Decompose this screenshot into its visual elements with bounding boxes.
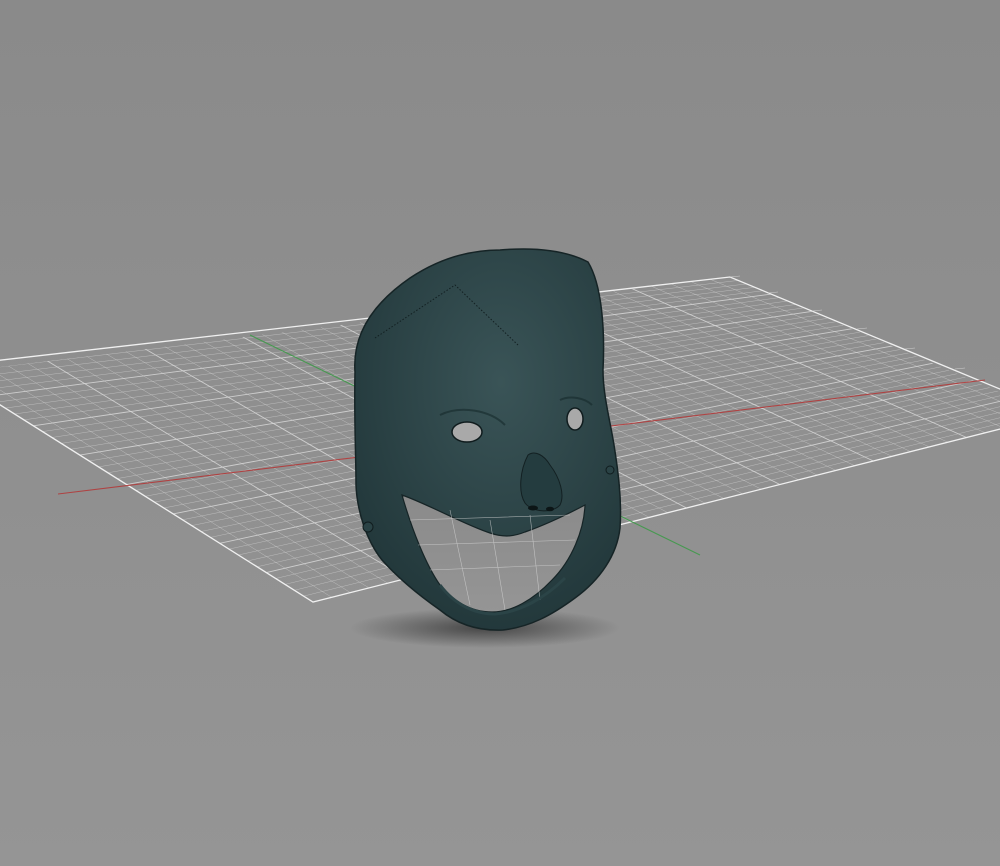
- mask-nostril-left: [528, 505, 538, 511]
- mask-side-hole-left: [362, 521, 374, 533]
- 3d-viewport[interactable]: [0, 0, 1000, 866]
- scene-canvas: [0, 0, 1000, 866]
- mask-nostril-right: [546, 506, 554, 512]
- mask-left-eye-hole: [451, 421, 483, 443]
- mask-right-eye-hole: [566, 407, 584, 431]
- mask-side-hole-right: [605, 465, 615, 475]
- face-mask-model[interactable]: [353, 248, 622, 631]
